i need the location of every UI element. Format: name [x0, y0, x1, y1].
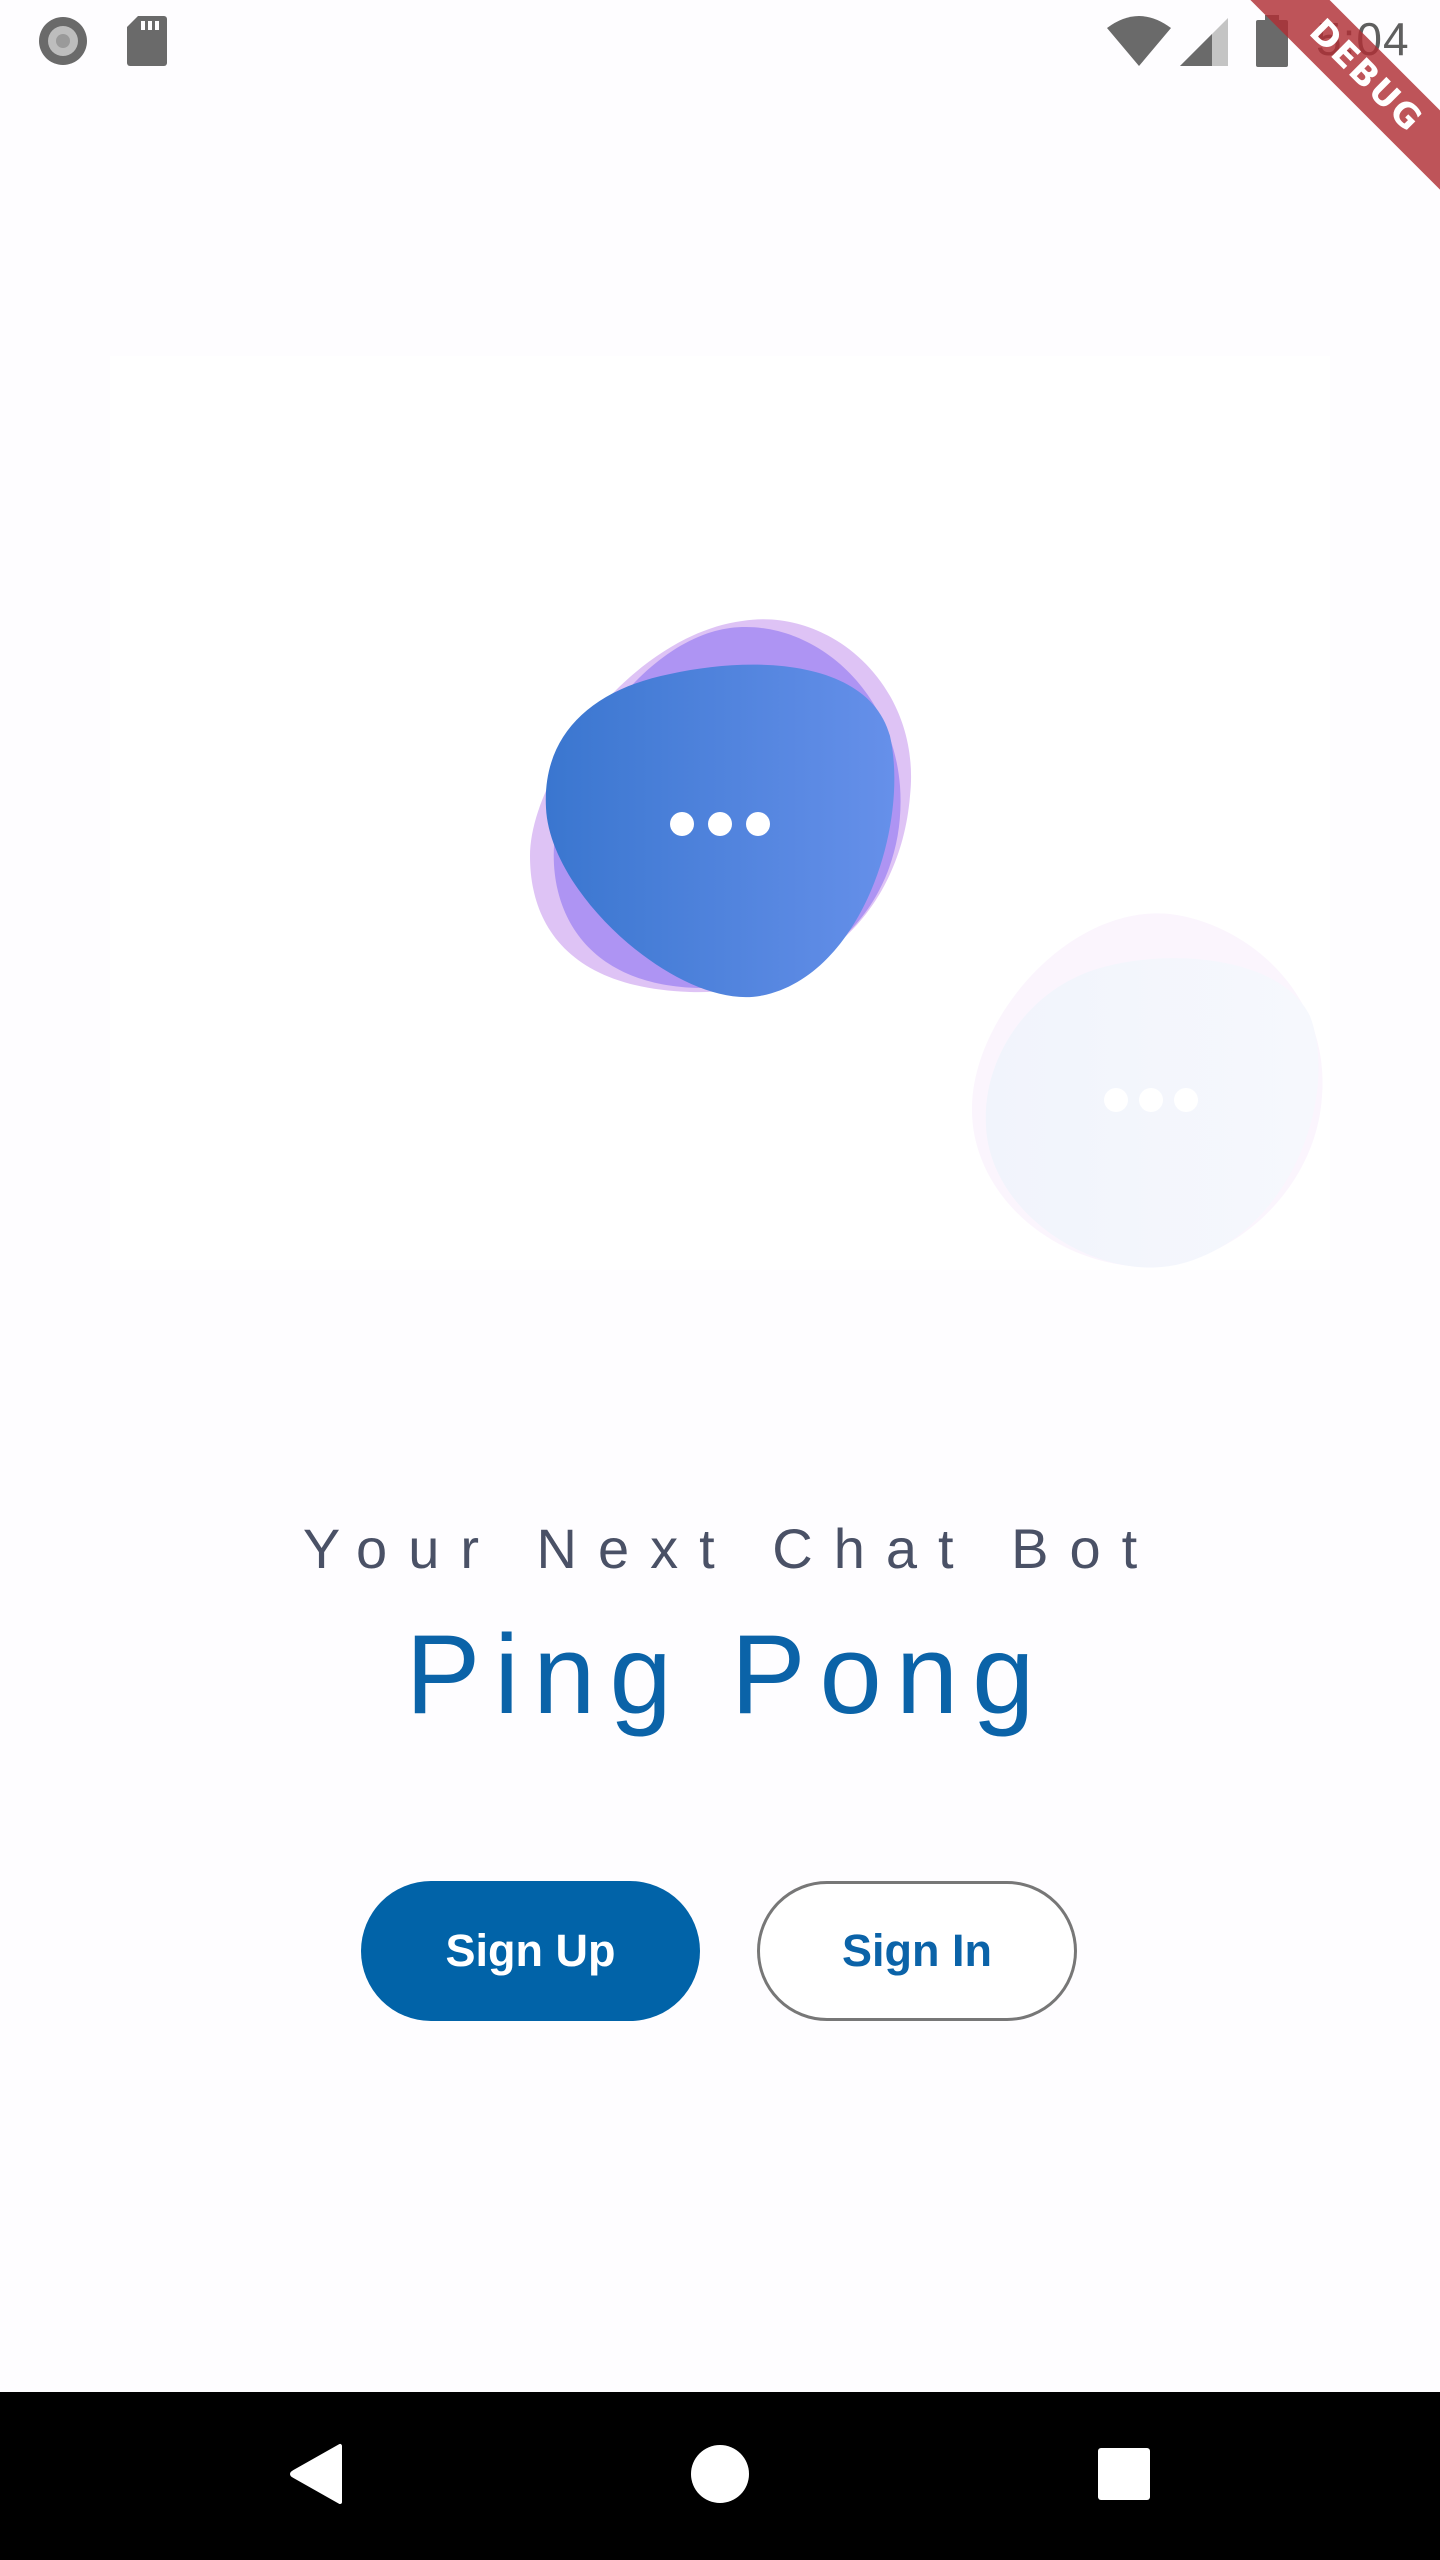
sign-in-button-label: Sign In [842, 1925, 992, 1976]
wifi-icon [1106, 16, 1172, 73]
navigation-bar [0, 2392, 1440, 2560]
recents-icon [1097, 2447, 1151, 2506]
sign-up-button-label: Sign Up [445, 1925, 616, 1976]
sign-up-button[interactable]: Sign Up [361, 1881, 700, 2021]
cellular-signal-icon [1178, 16, 1230, 73]
ellipsis-icon [1104, 1088, 1198, 1112]
status-time: 5:04 [1316, 13, 1410, 65]
back-button[interactable] [236, 2392, 396, 2560]
home-icon [690, 2444, 750, 2509]
recents-button[interactable] [1044, 2392, 1204, 2560]
app-title: Ping Pong [405, 1612, 1049, 1737]
primary-chat-bubble [530, 619, 912, 998]
status-bar: 5:04 [0, 0, 1440, 84]
secondary-chat-bubble [971, 913, 1323, 1268]
tagline: Your Next Chat Bot [302, 1517, 1159, 1580]
home-button[interactable] [640, 2392, 800, 2560]
back-icon [288, 2442, 344, 2511]
chat-bubbles-graphic [530, 619, 1323, 1268]
ellipsis-icon [670, 812, 770, 836]
sd-card-icon [126, 14, 168, 73]
sign-in-button[interactable]: Sign In [757, 1881, 1077, 2021]
recording-icon [36, 14, 90, 73]
battery-icon [1254, 14, 1290, 73]
chat-bubbles-illustration [110, 356, 1330, 1270]
